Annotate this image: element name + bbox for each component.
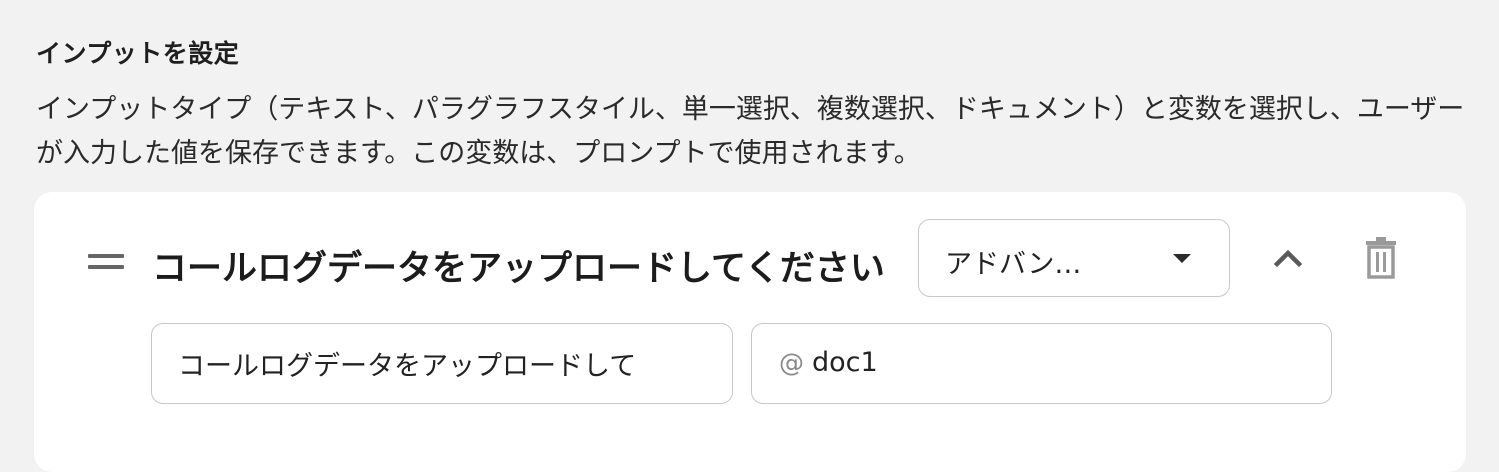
section-title: インプットを設定 [36,39,240,68]
variable-display: @ doc1 [779,347,878,378]
input-type-select[interactable]: アドバン… [918,219,1230,297]
input-label-field[interactable] [151,323,733,404]
input-type-select-value: アドバン… [945,249,1082,280]
trash-icon [1366,237,1396,279]
collapse-button[interactable] [1264,238,1312,278]
caret-down-icon [1173,254,1191,263]
drag-handle-icon[interactable] [88,254,124,270]
input-item-title: コールログデータをアップロードしてください [152,249,885,289]
section-description: インプットタイプ（テキスト、パラグラフスタイル、単一選択、複数選択、ドキュメント… [36,94,1465,169]
delete-button[interactable] [1360,236,1402,282]
input-config-card: コールログデータをアップロードしてください アドバン… @ doc1 [34,192,1466,472]
variable-prefix: @ [779,348,804,377]
chevron-up-icon [1273,249,1303,268]
variable-name-value: doc1 [812,347,878,378]
